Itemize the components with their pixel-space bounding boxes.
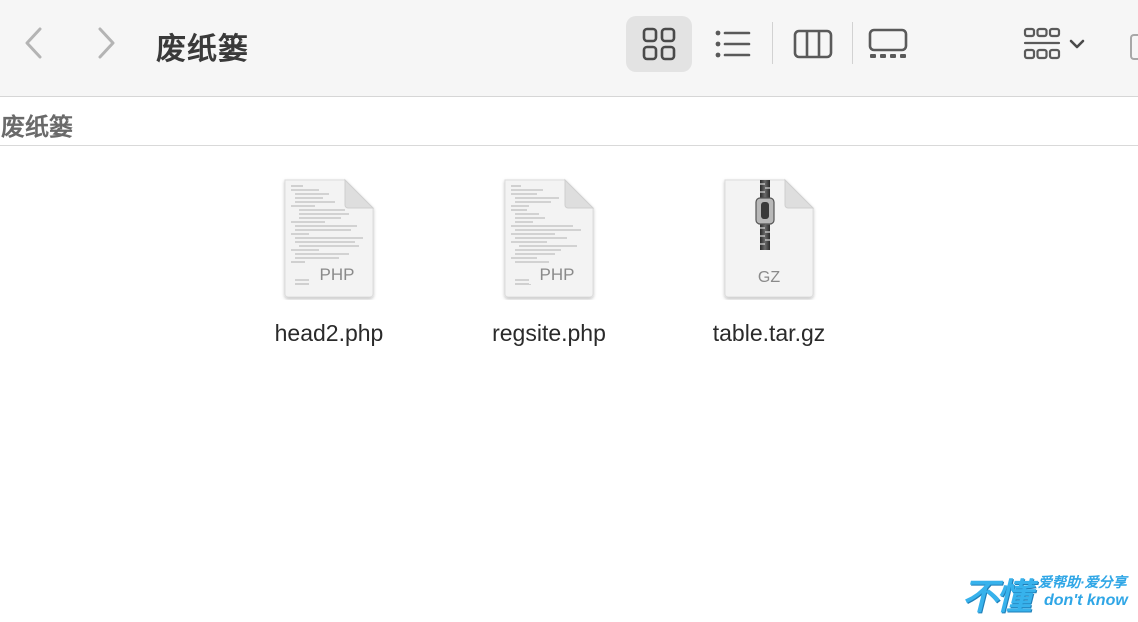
- path-bar: 废纸篓: [0, 97, 1138, 146]
- list-view-button[interactable]: [700, 16, 766, 72]
- columns-icon: [793, 29, 833, 59]
- path-label[interactable]: 废纸篓: [1, 107, 73, 142]
- toolbar-separator: [772, 22, 773, 64]
- watermark-tagline: 爱帮助·爱分享: [1038, 574, 1127, 590]
- icon-view-button[interactable]: [626, 16, 692, 72]
- file-type-label: PHP: [320, 265, 355, 284]
- file-item[interactable]: PHP head2.php: [239, 176, 419, 347]
- file-type-label: GZ: [758, 269, 780, 286]
- file-name[interactable]: table.tar.gz: [713, 320, 826, 347]
- archive-icon: GZ: [724, 178, 815, 298]
- window-title: 废纸篓: [156, 33, 249, 66]
- gallery-view-button[interactable]: [855, 16, 921, 72]
- file-name[interactable]: regsite.php: [492, 320, 606, 347]
- watermark-subtext: don't know: [1044, 592, 1128, 609]
- chevron-down-icon: [1069, 39, 1085, 49]
- file-type-label: PHP: [540, 265, 575, 284]
- watermark-logo: 不懂 爱帮助·爱分享 don't know: [962, 568, 1132, 618]
- toolbar-separator: [852, 22, 853, 64]
- chevron-right-icon: [98, 27, 115, 59]
- list-icon: [715, 30, 751, 58]
- php-document-icon: PHP: [284, 178, 375, 298]
- group-by-button[interactable]: [1012, 16, 1096, 72]
- chevron-left-icon: [25, 27, 42, 59]
- toolbar: 废纸篓: [0, 0, 1138, 97]
- column-view-button[interactable]: [780, 16, 846, 72]
- finder-window: 废纸篓 废纸篓 PHP head2.php PHP regsite.php GZ…: [0, 0, 1138, 622]
- grid-icon: [642, 27, 676, 61]
- file-item[interactable]: GZ table.tar.gz: [679, 176, 859, 347]
- share-icon[interactable]: [1130, 34, 1138, 60]
- watermark-text: 不懂: [962, 577, 1032, 618]
- file-name[interactable]: head2.php: [275, 320, 384, 347]
- forward-button[interactable]: [86, 22, 126, 64]
- group-grid-icon: [1023, 27, 1061, 60]
- back-button[interactable]: [14, 22, 54, 64]
- php-document-icon: PHP: [504, 178, 595, 298]
- gallery-icon: [868, 28, 908, 58]
- file-grid: PHP head2.php PHP regsite.php GZ table.t…: [0, 146, 1138, 622]
- file-item[interactable]: PHP regsite.php: [459, 176, 639, 347]
